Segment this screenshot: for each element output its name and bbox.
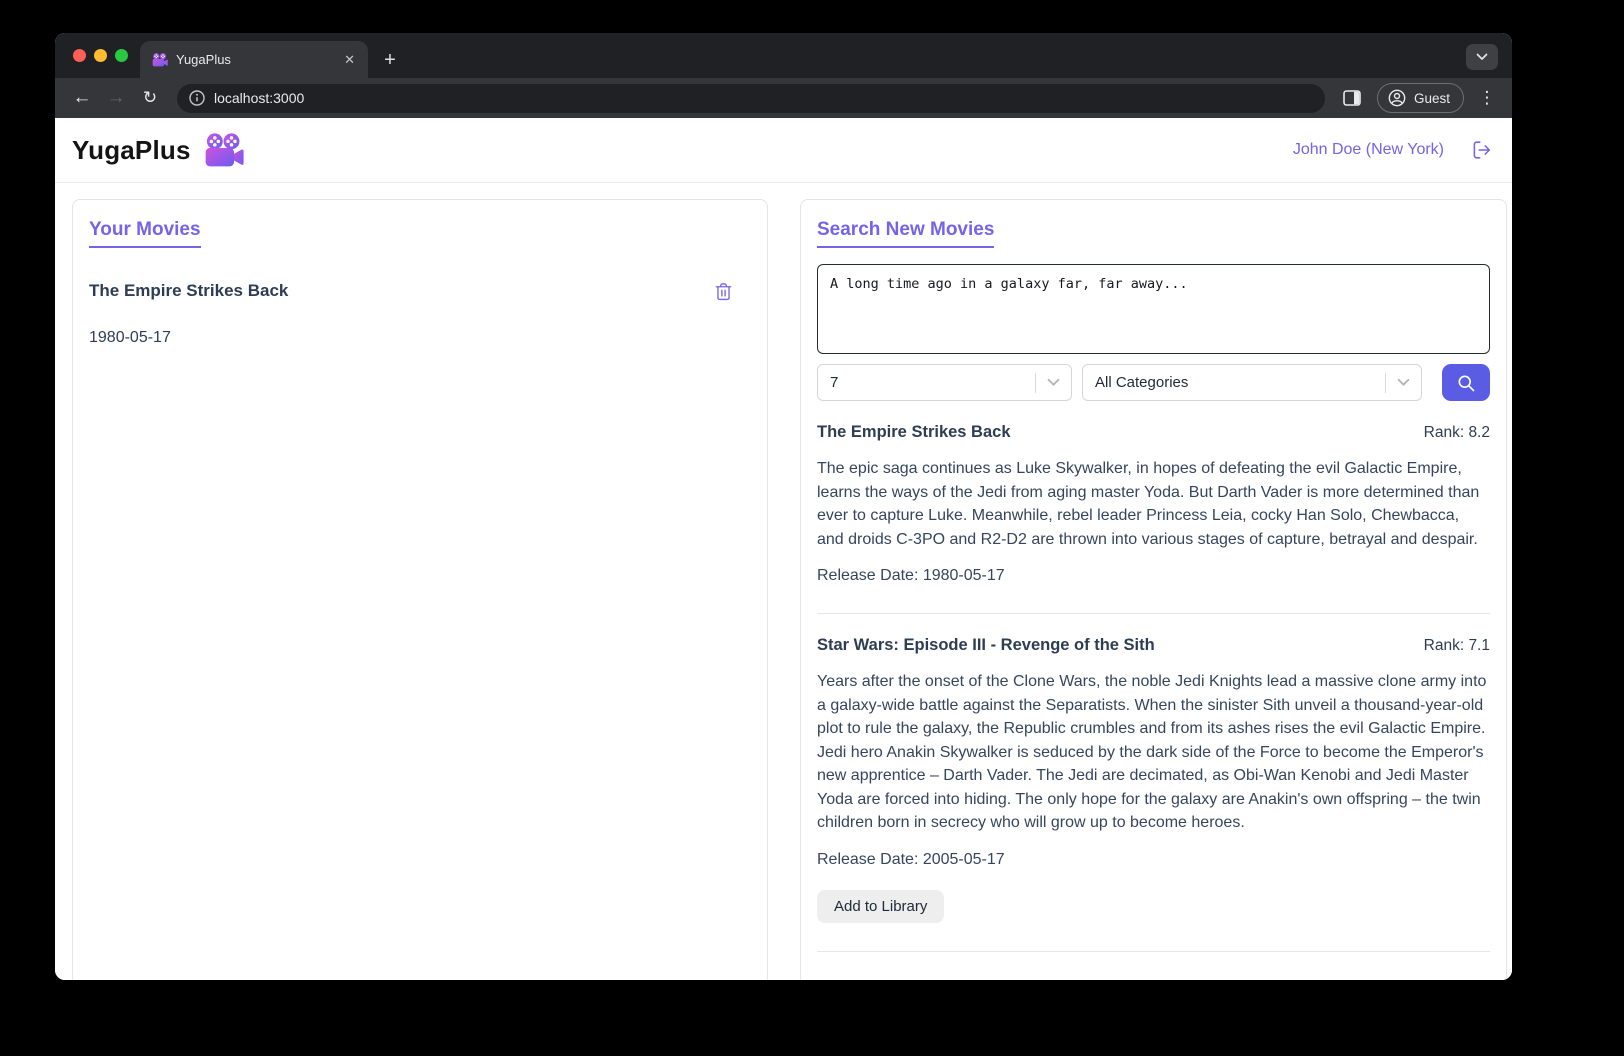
category-value: All Categories — [1095, 374, 1385, 391]
results-limit-select[interactable]: 7 — [817, 364, 1072, 401]
search-result: The Empire Strikes Back Rank: 8.2 The ep… — [817, 423, 1490, 614]
address-bar[interactable]: localhost:3000 — [177, 84, 1325, 113]
trash-icon — [714, 281, 733, 302]
result-header: Star Wars: Episode III - Revenge of the … — [817, 636, 1490, 655]
result-title: Star Wars: Episode III - Revenge of the … — [817, 636, 1155, 655]
library-movie-title: The Empire Strikes Back — [89, 281, 288, 301]
browser-window: YugaPlus ✕ + ← → ↻ localhost:3000 — [55, 33, 1512, 980]
forward-button[interactable]: → — [101, 83, 131, 113]
result-divider — [817, 951, 1490, 952]
window-controls — [73, 33, 128, 78]
tab-search-chevron-button[interactable] — [1466, 44, 1498, 70]
profile-button[interactable]: Guest — [1377, 83, 1464, 113]
library-movie-row: The Empire Strikes Back — [89, 281, 751, 302]
guest-avatar-icon — [1387, 88, 1407, 108]
new-tab-button[interactable]: + — [376, 46, 404, 74]
result-description: The epic saga continues as Luke Skywalke… — [817, 457, 1490, 551]
chevron-down-icon — [1036, 378, 1071, 387]
result-rank: Rank: 7.1 — [1424, 637, 1490, 655]
tab-close-icon[interactable]: ✕ — [341, 50, 358, 69]
back-button[interactable]: ← — [67, 83, 97, 113]
search-panel: Search New Movies A long time ago in a g… — [800, 199, 1507, 980]
result-release-date: Release Date: 2005-05-17 — [817, 851, 1490, 869]
tab-strip: YugaPlus ✕ + — [55, 33, 1512, 78]
main-content: Your Movies The Empire Strikes Back 1980… — [55, 183, 1512, 980]
delete-movie-button[interactable] — [714, 281, 733, 302]
logout-icon — [1471, 139, 1493, 161]
site-info-icon[interactable] — [189, 90, 205, 106]
close-window-button[interactable] — [73, 49, 86, 62]
search-query-input[interactable]: A long time ago in a galaxy far, far awa… — [817, 264, 1490, 354]
yugaplus-page: YugaPlus John Doe (New York) — [55, 118, 1512, 980]
tab-title: YugaPlus — [176, 52, 333, 67]
result-divider — [817, 613, 1490, 614]
search-new-movies-title: Search New Movies — [817, 219, 994, 248]
result-release-date: Release Date: 1980-05-17 — [817, 567, 1490, 585]
app-logo-text: YugaPlus — [72, 135, 191, 166]
side-panel-icon — [1343, 90, 1361, 106]
tab-yugaplus[interactable]: YugaPlus ✕ — [140, 41, 368, 78]
logout-button[interactable] — [1471, 139, 1493, 161]
chevron-down-icon — [1386, 378, 1421, 387]
tab-favicon-movie-camera-icon — [152, 53, 168, 67]
chevron-down-icon — [1476, 53, 1488, 61]
results-limit-value: 7 — [830, 374, 1035, 391]
app-header: YugaPlus John Doe (New York) — [55, 118, 1512, 183]
your-movies-title: Your Movies — [89, 219, 201, 248]
your-movies-panel: Your Movies The Empire Strikes Back 1980… — [72, 199, 768, 980]
guest-label: Guest — [1414, 91, 1450, 106]
search-result: Star Wars: Episode III - Revenge of the … — [817, 636, 1490, 952]
user-account-link[interactable]: John Doe (New York) — [1293, 141, 1444, 159]
search-controls: 7 All Categories — [817, 364, 1490, 401]
result-rank: Rank: 8.2 — [1424, 424, 1490, 442]
library-movie-date: 1980-05-17 — [89, 329, 751, 347]
result-description: Years after the onset of the Clone Wars,… — [817, 670, 1490, 835]
side-panel-button[interactable] — [1337, 83, 1367, 113]
search-icon — [1456, 373, 1476, 393]
movie-camera-icon — [204, 133, 244, 168]
browser-toolbar: ← → ↻ localhost:3000 Guest ⋮ — [55, 78, 1512, 118]
category-select[interactable]: All Categories — [1082, 364, 1422, 401]
search-button[interactable] — [1442, 364, 1490, 401]
add-to-library-button[interactable]: Add to Library — [817, 890, 944, 923]
reload-button[interactable]: ↻ — [135, 83, 165, 113]
maximize-window-button[interactable] — [115, 49, 128, 62]
result-title: The Empire Strikes Back — [817, 423, 1011, 442]
url-text: localhost:3000 — [214, 90, 304, 106]
minimize-window-button[interactable] — [94, 49, 107, 62]
result-header: The Empire Strikes Back Rank: 8.2 — [817, 423, 1490, 442]
browser-menu-button[interactable]: ⋮ — [1474, 83, 1500, 113]
